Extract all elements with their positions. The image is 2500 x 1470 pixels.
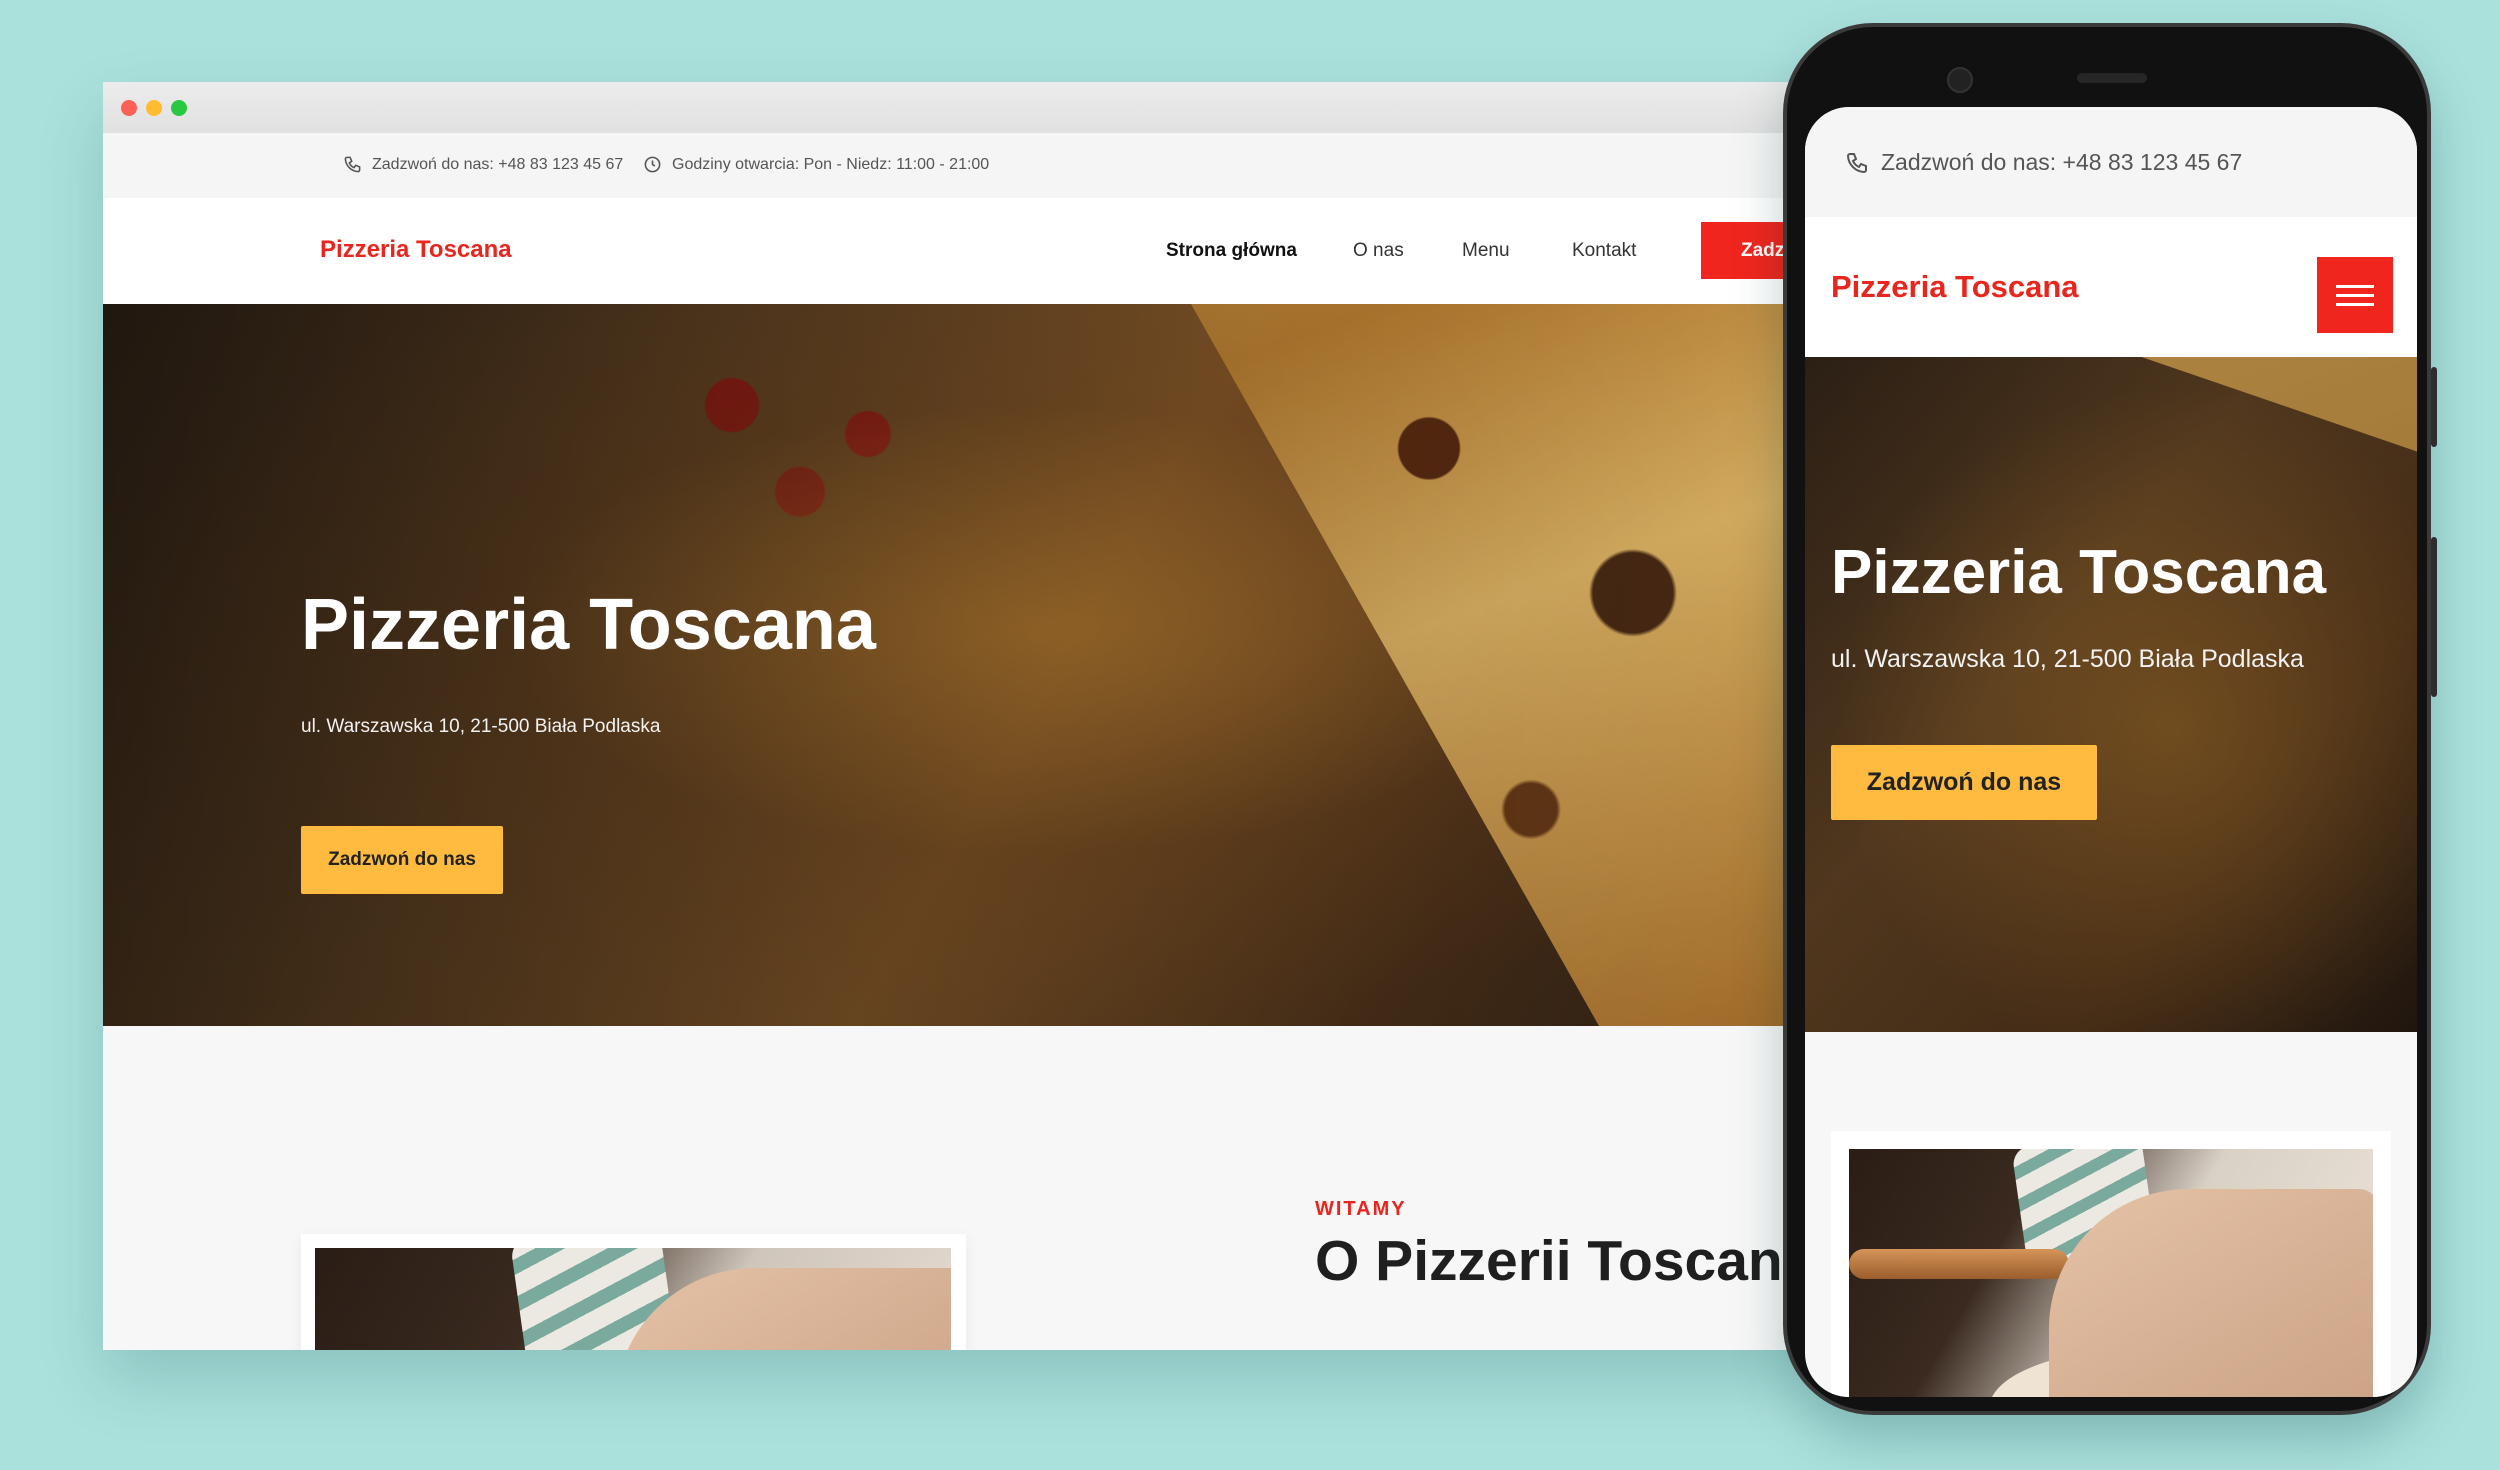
topbar-phone-text: Zadzwoń do nas: +48 83 123 45 67 — [372, 155, 624, 173]
about-section: WITAMY O Pizzerii Toscana — [103, 1026, 1803, 1350]
mobile-navbar: Pizzeria Toscana — [1805, 217, 2417, 357]
phone-side-button — [2431, 367, 2437, 447]
brand-logo[interactable]: Pizzeria Toscana — [320, 236, 512, 264]
phone-speaker — [2077, 73, 2147, 83]
desktop-browser-mockup: Zadzwoń do nas: +48 83 123 45 67 Godziny… — [103, 82, 1803, 1350]
hero-address: ul. Warszawska 10, 21-500 Biała Podlaska — [301, 716, 661, 737]
browser-title-bar — [103, 82, 1803, 134]
mobile-hero-section: Pizzeria Toscana ul. Warszawska 10, 21-5… — [1805, 357, 2417, 1032]
window-maximize-button[interactable] — [171, 100, 187, 116]
phone-icon — [1846, 152, 1867, 173]
hamburger-menu-icon[interactable] — [2317, 257, 2393, 333]
mobile-topbar-phone-text: Zadzwoń do nas: +48 83 123 45 67 — [1881, 149, 2243, 175]
mobile-topbar-phone[interactable]: Zadzwoń do nas: +48 83 123 45 67 — [1845, 149, 2242, 176]
about-image-card — [301, 1234, 966, 1350]
topbar-hours-text: Godziny otwarcia: Pon - Niedz: 11:00 - 2… — [672, 155, 990, 173]
nav-item-contact[interactable]: Kontakt — [1572, 240, 1636, 262]
hero-call-button[interactable]: Zadzwoń do nas — [301, 826, 503, 894]
phone-icon — [344, 156, 361, 173]
main-navbar: Pizzeria Toscana Strona główna O nas Men… — [103, 198, 1803, 304]
mobile-contact-topbar: Zadzwoń do nas: +48 83 123 45 67 — [1805, 107, 2417, 217]
topbar-hours: Godziny otwarcia: Pon - Niedz: 11:00 - 2… — [643, 155, 989, 174]
mobile-hero-address: ul. Warszawska 10, 21-500 Biała Podlaska — [1831, 645, 2304, 673]
mobile-hero-call-button[interactable]: Zadzwoń do nas — [1831, 745, 2097, 820]
nav-item-home[interactable]: Strona główna — [1166, 240, 1297, 262]
nav-item-about[interactable]: O nas — [1353, 240, 1404, 262]
about-kicker: WITAMY — [1315, 1198, 1407, 1220]
mobile-hero-title: Pizzeria Toscana — [1831, 538, 2327, 607]
topbar-phone[interactable]: Zadzwoń do nas: +48 83 123 45 67 — [343, 155, 623, 174]
contact-topbar: Zadzwoń do nas: +48 83 123 45 67 Godziny… — [103, 133, 1803, 198]
hero-title: Pizzeria Toscana — [301, 585, 876, 665]
mobile-brand-logo[interactable]: Pizzeria Toscana — [1831, 269, 2079, 305]
mobile-about-dough-photo — [1849, 1149, 2373, 1397]
about-dough-photo — [315, 1248, 951, 1350]
clock-icon — [644, 156, 661, 173]
hero-section: Pizzeria Toscana ul. Warszawska 10, 21-5… — [103, 304, 1803, 1026]
window-close-button[interactable] — [121, 100, 137, 116]
window-minimize-button[interactable] — [146, 100, 162, 116]
phone-mockup: Zadzwoń do nas: +48 83 123 45 67 Pizzeri… — [1783, 23, 2437, 1415]
about-title: O Pizzerii Toscana — [1315, 1229, 1803, 1293]
phone-screen: Zadzwoń do nas: +48 83 123 45 67 Pizzeri… — [1805, 107, 2417, 1397]
front-camera — [1947, 67, 1973, 93]
phone-volume-button — [2431, 537, 2437, 697]
nav-item-menu[interactable]: Menu — [1462, 240, 1510, 262]
mobile-about-image-card — [1831, 1131, 2391, 1397]
